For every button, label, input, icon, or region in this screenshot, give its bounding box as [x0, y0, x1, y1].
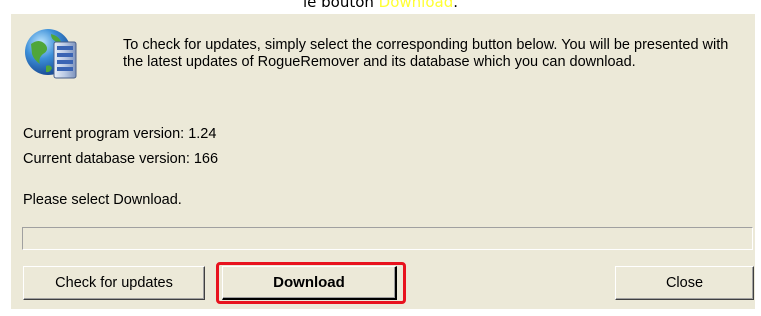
intro-text: To check for updates, simply select the …	[123, 37, 729, 70]
close-button[interactable]: Close	[615, 266, 754, 300]
caption-suffix: .	[453, 0, 459, 11]
update-dialog: To check for updates, simply select the …	[11, 14, 755, 309]
download-button[interactable]: Download	[222, 266, 397, 300]
check-for-updates-button[interactable]: Check for updates	[23, 266, 205, 300]
program-version-label: Current program version: 1.24	[23, 126, 217, 142]
globe-server-icon	[25, 29, 77, 79]
download-progress-bar	[22, 227, 753, 250]
database-version-label: Current database version: 166	[23, 151, 219, 167]
status-text: Please select Download.	[23, 192, 182, 208]
caption: le bouton Download.	[0, 0, 761, 13]
caption-prefix: le bouton	[302, 0, 379, 11]
caption-highlight: Download	[378, 0, 454, 11]
